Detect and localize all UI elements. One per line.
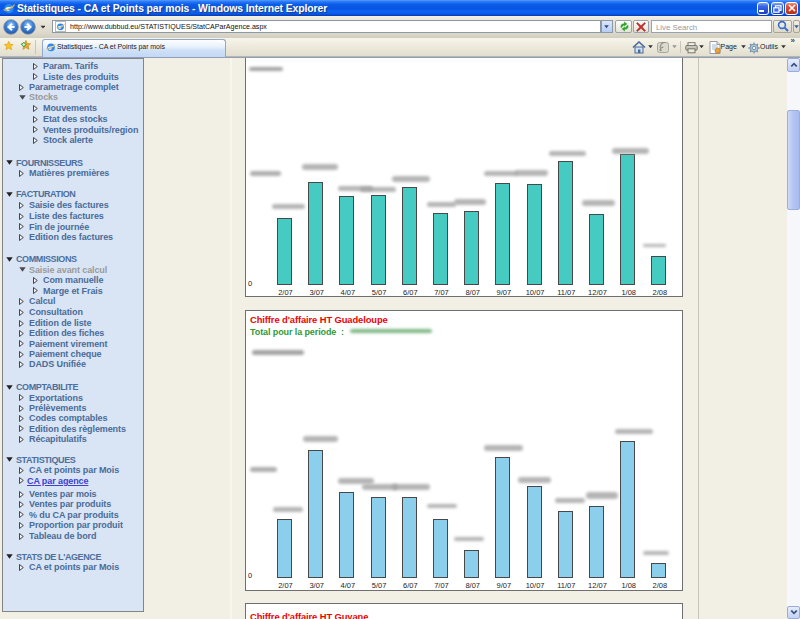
svg-text:e: e	[58, 22, 61, 29]
